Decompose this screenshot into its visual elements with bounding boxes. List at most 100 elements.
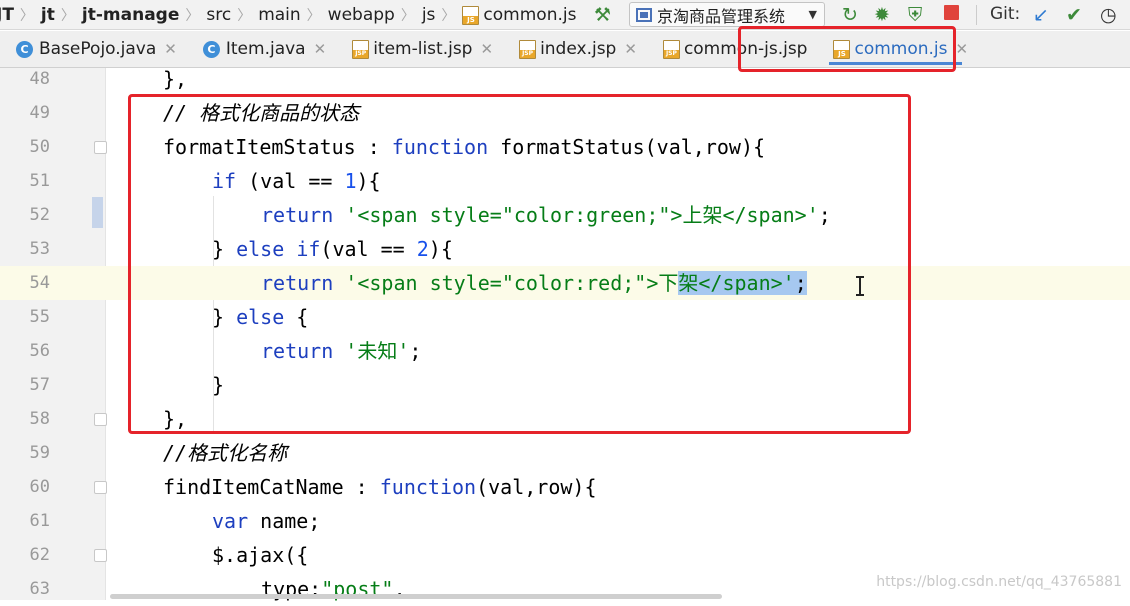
code-line: 50 formatItemStatus : function formatSta… bbox=[0, 130, 1130, 164]
debug-bug-icon[interactable]: ✹ bbox=[874, 4, 890, 26]
watermark: https://blog.csdn.net/qq_43765881 bbox=[876, 574, 1122, 590]
code-line: 61 var name; bbox=[0, 504, 1130, 538]
breadcrumb-separator: 〉 bbox=[19, 8, 34, 24]
git-label: Git: bbox=[990, 4, 1021, 24]
line-number: 55 bbox=[29, 307, 50, 327]
breadcrumb-item-jt[interactable]: jt bbox=[41, 0, 55, 30]
close-icon[interactable]: ✕ bbox=[314, 40, 327, 58]
breadcrumb-separator: 〉 bbox=[60, 8, 75, 24]
code-text: } bbox=[212, 373, 225, 397]
code-line: 59 //格式化名称 bbox=[0, 436, 1130, 470]
jsp-file-icon bbox=[352, 39, 370, 59]
code-line: 51 if (val == 1){ bbox=[0, 164, 1130, 198]
close-icon[interactable]: ✕ bbox=[624, 40, 637, 58]
code-text: formatItemStatus : function formatStatus… bbox=[163, 135, 766, 159]
run-configuration-select[interactable]: 京淘商品管理系统 ▼ bbox=[629, 2, 825, 27]
git-update-arrow-icon[interactable]: ↙ bbox=[1033, 4, 1049, 26]
code-text: findItemCatName : function(val,row){ bbox=[163, 475, 597, 499]
close-icon[interactable]: ✕ bbox=[164, 40, 177, 58]
code-line: 48 }, bbox=[0, 62, 1130, 96]
git-history-clock-icon[interactable]: ◷ bbox=[1100, 4, 1117, 26]
line-number: 52 bbox=[29, 205, 50, 225]
breadcrumb-item-webapp[interactable]: webapp bbox=[328, 0, 395, 30]
line-number: 58 bbox=[29, 409, 50, 429]
line-number: 62 bbox=[29, 545, 50, 565]
tab-label: item-list.jsp bbox=[373, 39, 473, 59]
text-selection: 架</span>' bbox=[678, 271, 795, 295]
code-text: var name; bbox=[212, 509, 321, 533]
tab-label: Item.java bbox=[225, 39, 306, 59]
code-text: return '未知'; bbox=[261, 339, 422, 363]
code-text: }, bbox=[163, 67, 188, 91]
tab-label: BasePojo.java bbox=[39, 39, 157, 59]
breadcrumb-item-project[interactable]: JT bbox=[0, 0, 14, 30]
breadcrumb-item-module[interactable]: jt-manage bbox=[82, 0, 179, 30]
code-comment: //格式化名称 bbox=[163, 441, 288, 465]
coverage-shield-icon[interactable]: ⛨ bbox=[908, 4, 922, 26]
code-line: 53 } else if(val == 2){ bbox=[0, 232, 1130, 266]
fold-marker-icon[interactable] bbox=[94, 141, 107, 154]
code-line: 55 } else { bbox=[0, 300, 1130, 334]
breadcrumb-separator: 〉 bbox=[400, 8, 415, 24]
code-text: } else { bbox=[212, 305, 309, 329]
code-text: } else if(val == 2){ bbox=[212, 237, 453, 261]
code-text: $.ajax({ bbox=[212, 543, 309, 567]
code-comment: // 格式化商品的状态 bbox=[163, 101, 360, 125]
class-icon: C bbox=[16, 40, 33, 58]
code-line: 56 return '未知'; bbox=[0, 334, 1130, 368]
code-line: 58 }, bbox=[0, 402, 1130, 436]
build-hammer-icon[interactable]: ⚒ bbox=[594, 4, 611, 26]
code-text: type:"post", bbox=[261, 577, 406, 601]
line-number: 60 bbox=[29, 477, 50, 497]
code-line: 57 } bbox=[0, 368, 1130, 402]
fold-marker-icon[interactable] bbox=[94, 413, 107, 426]
rerun-icon[interactable]: ↻ bbox=[842, 4, 858, 26]
line-number: 61 bbox=[29, 511, 50, 531]
app-icon bbox=[636, 7, 652, 22]
navigation-bar: JT 〉 jt 〉 jt-manage 〉 src 〉 main 〉 webap… bbox=[0, 0, 1130, 30]
fold-marker-icon[interactable] bbox=[94, 481, 107, 494]
chevron-down-icon: ▼ bbox=[808, 8, 817, 21]
line-number: 57 bbox=[29, 375, 50, 395]
run-configuration-label: 京淘商品管理系统 bbox=[657, 6, 786, 26]
toolbar-divider bbox=[976, 5, 977, 25]
breadcrumb-separator: 〉 bbox=[306, 8, 321, 24]
code-line: 52 return '<span style="color:green;">上架… bbox=[0, 198, 1130, 232]
code-line: 62 $.ajax({ bbox=[0, 538, 1130, 572]
jsp-file-icon bbox=[519, 39, 537, 59]
code-text: return '<span style="color:green;">上架</s… bbox=[261, 203, 831, 227]
code-line: 49 // 格式化商品的状态 bbox=[0, 96, 1130, 130]
git-commit-check-icon[interactable]: ✔ bbox=[1066, 4, 1082, 26]
line-number: 54 bbox=[29, 273, 50, 293]
line-number: 51 bbox=[29, 171, 50, 191]
breadcrumb-item-js[interactable]: js bbox=[422, 0, 436, 30]
code-line-current: 54 return '<span style="color:red;">下架</… bbox=[0, 266, 1130, 300]
tab-label: common-js.jsp bbox=[683, 39, 808, 59]
line-number: 63 bbox=[29, 579, 50, 599]
horizontal-scrollbar[interactable] bbox=[110, 594, 722, 599]
code-text: }, bbox=[163, 407, 188, 431]
line-number: 48 bbox=[29, 69, 50, 89]
text-cursor-ibeam-icon bbox=[856, 276, 864, 296]
line-number: 56 bbox=[29, 341, 50, 361]
breadcrumb-item-src[interactable]: src bbox=[206, 0, 231, 30]
stop-icon[interactable] bbox=[944, 5, 959, 20]
line-number: 49 bbox=[29, 103, 50, 123]
code-line: 60 findItemCatName : function(val,row){ bbox=[0, 470, 1130, 504]
breadcrumb-item-main[interactable]: main bbox=[258, 0, 300, 30]
code-text: if (val == 1){ bbox=[212, 169, 381, 193]
js-file-icon bbox=[462, 5, 480, 25]
close-icon[interactable]: ✕ bbox=[480, 40, 493, 58]
code-editor[interactable]: 48 }, 49 // 格式化商品的状态 50 formatItemStatus… bbox=[0, 67, 1130, 601]
class-icon: C bbox=[202, 40, 220, 58]
breadcrumb-item-file[interactable]: common.js bbox=[462, 0, 576, 30]
line-number: 59 bbox=[29, 443, 50, 463]
breadcrumb-separator: 〉 bbox=[237, 8, 252, 24]
tab-label: common.js bbox=[854, 39, 948, 59]
jsp-file-icon bbox=[662, 39, 680, 59]
breadcrumb-separator: 〉 bbox=[185, 8, 200, 24]
code-text: return '<span style="color:red;">下架</spa… bbox=[261, 271, 807, 295]
close-icon[interactable]: ✕ bbox=[956, 40, 969, 58]
js-file-icon bbox=[833, 39, 851, 59]
fold-marker-icon[interactable] bbox=[94, 549, 107, 562]
